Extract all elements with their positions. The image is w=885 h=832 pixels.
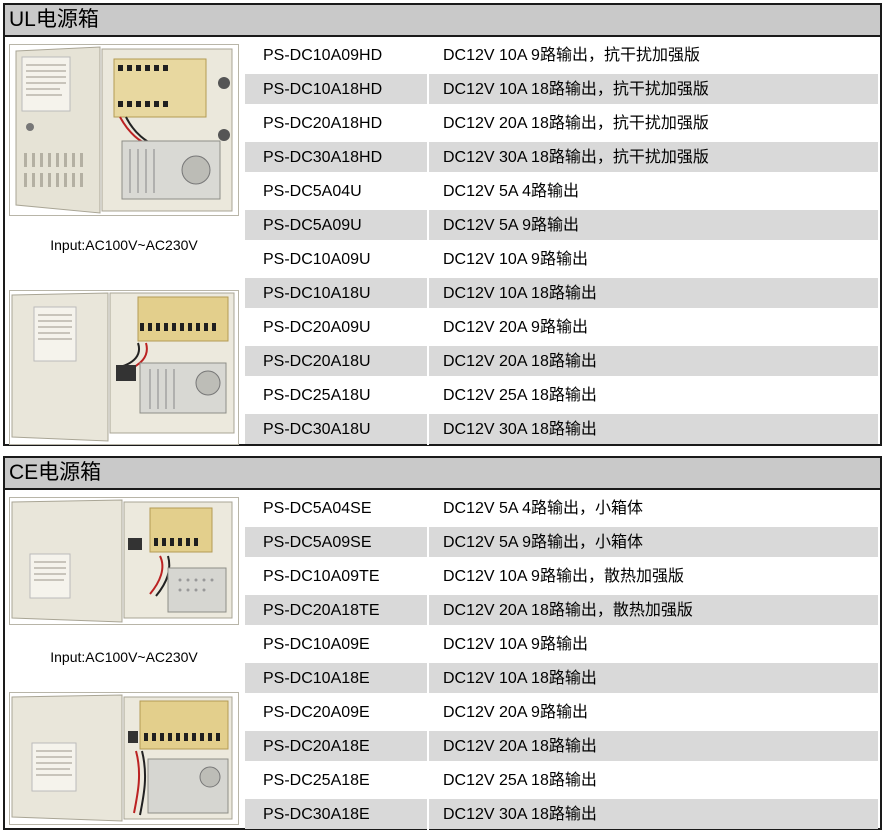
spec-cell: DC12V 20A 18路输出 <box>429 346 878 376</box>
ce-section-title: CE电源箱 <box>5 458 880 490</box>
model-cell: PS-DC30A18HD <box>245 142 427 172</box>
table-row: PS-DC5A09SE DC12V 5A 9路输出，小箱体 <box>243 526 880 558</box>
spec-cell: DC12V 30A 18路输出，抗干扰加强版 <box>429 142 878 172</box>
ce-power-box-photo-1 <box>9 497 239 625</box>
spec-cell: DC12V 10A 9路输出 <box>443 636 588 653</box>
model-cell: PS-DC25A18U <box>263 387 371 404</box>
ul-power-box-photo-2 <box>9 290 239 445</box>
table-row: PS-DC30A18E DC12V 30A 18路输出 <box>243 798 880 830</box>
model-cell: PS-DC10A09U <box>263 251 371 268</box>
table-row: PS-DC10A18HD DC12V 10A 18路输出，抗干扰加强版 <box>243 73 880 105</box>
model-cell: PS-DC20A09U <box>263 319 371 336</box>
ul-product-images: Input:AC100V~AC230V <box>5 37 243 445</box>
table-row: PS-DC25A18E DC12V 25A 18路输出 <box>243 764 880 796</box>
spec-cell: DC12V 10A 9路输出 <box>443 251 588 268</box>
model-cell: PS-DC20A18HD <box>263 115 383 132</box>
table-row: PS-DC20A18E DC12V 20A 18路输出 <box>243 730 880 762</box>
spec-cell: DC12V 10A 18路输出，抗干扰加强版 <box>429 74 878 104</box>
model-cell: PS-DC5A09U <box>245 210 427 240</box>
spec-cell: DC12V 5A 4路输出，小箱体 <box>443 500 644 517</box>
model-cell: PS-DC5A09SE <box>245 527 427 557</box>
spec-cell: DC12V 10A 9路输出，抗干扰加强版 <box>443 47 700 64</box>
model-cell: PS-DC30A18U <box>245 414 427 444</box>
table-row: PS-DC10A09TE DC12V 10A 9路输出，散热加强版 <box>243 560 880 592</box>
table-row: PS-DC20A09U DC12V 20A 9路输出 <box>243 311 880 343</box>
spec-cell: DC12V 20A 9路输出 <box>443 704 588 721</box>
ce-section: CE电源箱 Input:AC100V~AC230V PS-DC5A04SE DC… <box>3 456 882 830</box>
spec-cell: DC12V 5A 9路输出，小箱体 <box>429 527 878 557</box>
model-cell: PS-DC10A18HD <box>245 74 427 104</box>
spec-cell: DC12V 30A 18路输出 <box>429 414 878 444</box>
table-row: PS-DC25A18U DC12V 25A 18路输出 <box>243 379 880 411</box>
spec-cell: DC12V 20A 18路输出 <box>429 731 878 761</box>
spec-cell: DC12V 30A 18路输出 <box>429 799 878 829</box>
table-row: PS-DC5A09U DC12V 5A 9路输出 <box>243 209 880 241</box>
spec-cell: DC12V 10A 18路输出 <box>429 663 878 693</box>
table-row: PS-DC5A04U DC12V 5A 4路输出 <box>243 175 880 207</box>
model-cell: PS-DC20A09E <box>263 704 370 721</box>
model-cell: PS-DC5A04SE <box>263 500 372 517</box>
model-cell: PS-DC10A09E <box>263 636 370 653</box>
table-row: PS-DC30A18HD DC12V 30A 18路输出，抗干扰加强版 <box>243 141 880 173</box>
model-cell: PS-DC10A09TE <box>263 568 380 585</box>
model-cell: PS-DC5A04U <box>263 183 362 200</box>
ce-section-body: Input:AC100V~AC230V PS-DC5A04SE DC12V 5A… <box>5 490 880 830</box>
spec-cell: DC12V 10A 18路输出 <box>429 278 878 308</box>
ce-model-table: PS-DC5A04SE DC12V 5A 4路输出，小箱体 PS-DC5A09SE D… <box>243 490 880 830</box>
ul-model-table: PS-DC10A09HD DC12V 10A 9路输出，抗干扰加强版 PS-DC10… <box>243 37 880 445</box>
model-cell: PS-DC10A18E <box>245 663 427 693</box>
spec-cell: DC12V 25A 18路输出 <box>443 772 597 789</box>
ul-section: UL电源箱 Input:AC100V~AC230V PS-DC10A09HD D… <box>3 3 882 446</box>
table-row: PS-DC20A18HD DC12V 20A 18路输出，抗干扰加强版 <box>243 107 880 139</box>
spec-cell: DC12V 10A 9路输出，散热加强版 <box>443 568 684 585</box>
table-row: PS-DC10A09U DC12V 10A 9路输出 <box>243 243 880 275</box>
spec-cell: DC12V 20A 9路输出 <box>443 319 588 336</box>
table-row: PS-DC10A18E DC12V 10A 18路输出 <box>243 662 880 694</box>
model-cell: PS-DC30A18E <box>245 799 427 829</box>
model-cell: PS-DC20A18U <box>245 346 427 376</box>
spec-cell: DC12V 5A 9路输出 <box>429 210 878 240</box>
ul-input-voltage-label: Input:AC100V~AC230V <box>50 237 198 253</box>
table-row: PS-DC20A09E DC12V 20A 9路输出 <box>243 696 880 728</box>
ul-section-body: Input:AC100V~AC230V PS-DC10A09HD DC12V 1… <box>5 37 880 445</box>
ul-power-box-photo-1 <box>9 44 239 216</box>
model-cell: PS-DC25A18E <box>263 772 370 789</box>
spec-cell: DC12V 5A 4路输出 <box>443 183 580 200</box>
table-row: PS-DC10A09HD DC12V 10A 9路输出，抗干扰加强版 <box>243 39 880 71</box>
table-row: PS-DC10A18U DC12V 10A 18路输出 <box>243 277 880 309</box>
model-cell: PS-DC20A18E <box>245 731 427 761</box>
spec-cell: DC12V 25A 18路输出 <box>443 387 597 404</box>
model-cell: PS-DC10A09HD <box>263 47 383 64</box>
table-row: PS-DC30A18U DC12V 30A 18路输出 <box>243 413 880 445</box>
table-row: PS-DC20A18TE DC12V 20A 18路输出，散热加强版 <box>243 594 880 626</box>
ce-input-voltage-label: Input:AC100V~AC230V <box>50 649 198 665</box>
spec-cell: DC12V 20A 18路输出，抗干扰加强版 <box>443 115 709 132</box>
model-cell: PS-DC10A18U <box>245 278 427 308</box>
table-row: PS-DC10A09E DC12V 10A 9路输出 <box>243 628 880 660</box>
spec-cell: DC12V 20A 18路输出，散热加强版 <box>429 595 878 625</box>
table-row: PS-DC20A18U DC12V 20A 18路输出 <box>243 345 880 377</box>
ul-section-title: UL电源箱 <box>5 5 880 37</box>
table-row: PS-DC5A04SE DC12V 5A 4路输出，小箱体 <box>243 492 880 524</box>
ce-power-box-photo-2 <box>9 692 239 825</box>
ce-product-images: Input:AC100V~AC230V <box>5 490 243 828</box>
model-cell: PS-DC20A18TE <box>245 595 427 625</box>
